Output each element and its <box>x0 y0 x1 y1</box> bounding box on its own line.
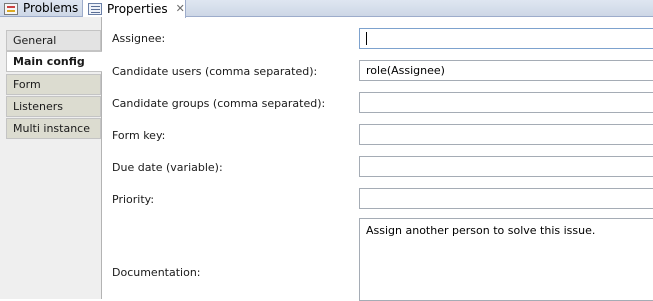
problems-icon <box>4 2 18 15</box>
priority-field[interactable] <box>359 188 653 209</box>
sidebar-item-multi-instance[interactable]: Multi instance <box>6 118 101 139</box>
sidebar-item-label: Main config <box>13 55 85 68</box>
candidate-groups-field[interactable] <box>359 92 653 113</box>
tab-properties-label: Properties <box>107 1 168 16</box>
sidebar-item-label: Multi instance <box>13 122 90 135</box>
candidate-users-field[interactable]: role(Assignee) <box>359 60 653 81</box>
form-key-label: Form key: <box>112 129 166 142</box>
priority-label: Priority: <box>112 193 155 206</box>
assignee-field[interactable] <box>359 28 653 49</box>
text-caret <box>366 32 367 45</box>
sidebar-item-label: General <box>13 34 57 47</box>
candidate-groups-label: Candidate groups (comma separated): <box>112 97 326 110</box>
properties-icon <box>88 3 102 15</box>
form-key-field[interactable] <box>359 124 653 145</box>
tab-properties[interactable]: Properties ✕ <box>82 0 186 18</box>
sidebar-item-main-config[interactable]: Main config <box>6 51 102 72</box>
tab-problems[interactable]: Problems <box>0 0 82 17</box>
close-icon[interactable]: ✕ <box>176 3 185 15</box>
tab-problems-label: Problems <box>23 1 79 15</box>
properties-sidebar: General Main config Form Listeners Multi… <box>0 17 102 299</box>
view-tab-bar: Problems Properties ✕ <box>0 0 653 18</box>
documentation-value: Assign another person to solve this issu… <box>366 224 596 237</box>
sidebar-item-listeners[interactable]: Listeners <box>6 96 101 117</box>
documentation-label: Documentation: <box>112 266 201 279</box>
sidebar-item-label: Listeners <box>13 100 63 113</box>
due-date-label: Due date (variable): <box>112 161 223 174</box>
due-date-field[interactable] <box>359 156 653 177</box>
candidate-users-value: role(Assignee) <box>366 64 445 77</box>
candidate-users-label: Candidate users (comma separated): <box>112 65 318 78</box>
documentation-textarea[interactable]: Assign another person to solve this issu… <box>359 218 653 301</box>
sidebar-item-general[interactable]: General <box>6 30 101 51</box>
assignee-label: Assignee: <box>112 32 166 45</box>
sidebar-item-form[interactable]: Form <box>6 74 101 95</box>
sidebar-item-label: Form <box>13 78 41 91</box>
